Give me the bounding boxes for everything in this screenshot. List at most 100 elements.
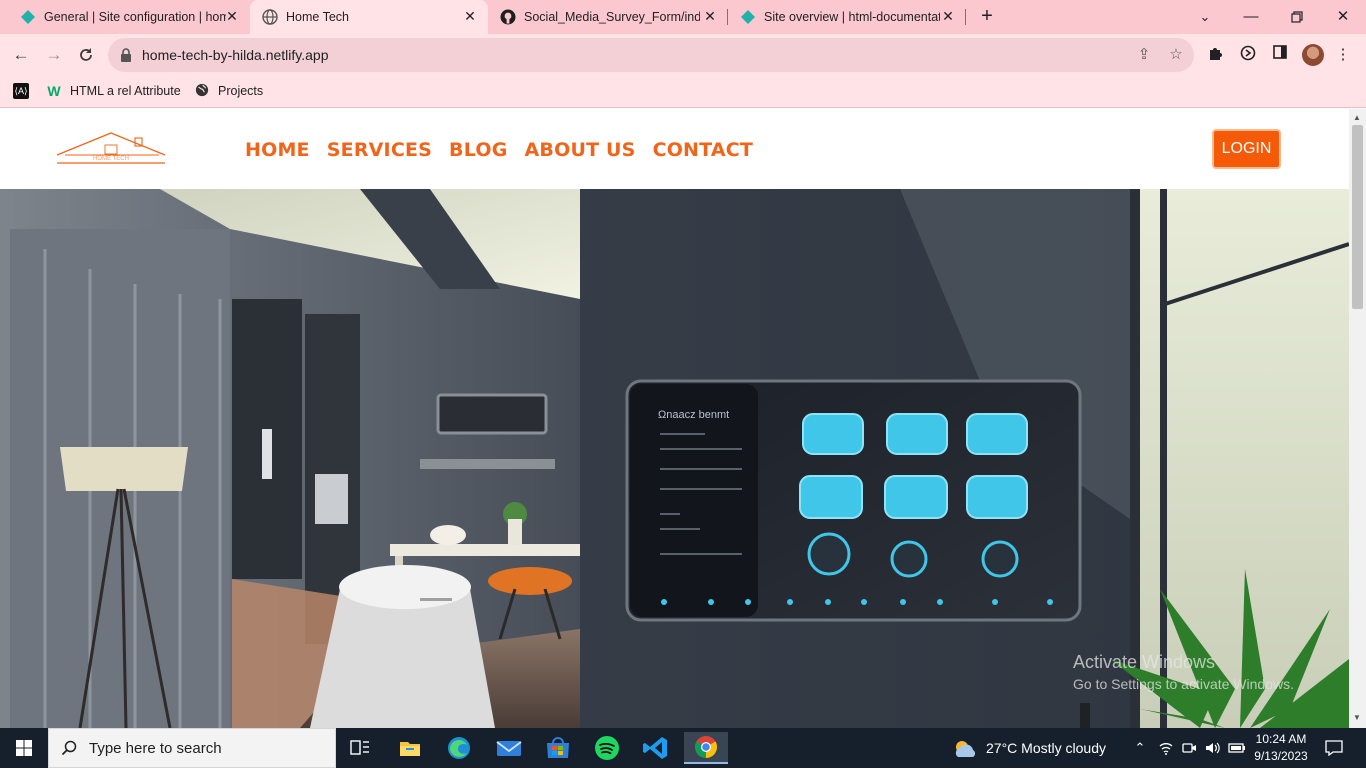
spotify-button[interactable] [587, 732, 627, 764]
weather-text[interactable]: 27°C Mostly cloudy [986, 740, 1106, 756]
file-explorer-button[interactable] [390, 732, 430, 764]
tab-title: Site overview | html-documentati [764, 10, 940, 24]
globe-icon [194, 83, 210, 99]
bookmark-html-rel[interactable]: W HTML a rel Attribute [46, 82, 181, 100]
activate-windows-watermark: Activate Windows Go to Settings to activ… [1073, 650, 1294, 694]
meet-now-icon[interactable] [1181, 740, 1197, 756]
volume-icon[interactable] [1204, 740, 1220, 756]
vscode-button[interactable] [636, 732, 676, 764]
close-tab-icon[interactable]: ✕ [702, 8, 718, 24]
profile-avatar[interactable] [1302, 44, 1324, 66]
site-header: HOME TECH HOME SERVICES BLOG ABOUT US CO… [0, 109, 1349, 189]
share-icon[interactable]: ⇪ [1135, 46, 1153, 64]
file-explorer-icon [400, 742, 420, 756]
battery-icon[interactable] [1228, 740, 1245, 756]
bookmark-projects[interactable]: Projects [194, 82, 263, 100]
main-nav: HOME SERVICES BLOG ABOUT US CONTACT [245, 135, 770, 165]
show-hidden-icons-icon[interactable]: ⌃ [1132, 740, 1148, 756]
netlify-icon [21, 10, 35, 24]
search-icon [61, 740, 77, 756]
chrome-button[interactable] [684, 732, 728, 764]
nav-services[interactable]: SERVICES [327, 135, 432, 165]
tab-separator [965, 9, 966, 25]
browser-toolbar: ← → home-tech-by-hilda.netlify.app ⇪ ☆ ⋮ [0, 34, 1366, 75]
close-window-button[interactable]: ✕ [1332, 6, 1354, 28]
minimize-button[interactable]: — [1240, 6, 1262, 28]
github-icon [500, 9, 516, 25]
side-panel-icon[interactable] [1270, 45, 1290, 65]
page-scrollbar[interactable]: ▲ ▼ [1349, 109, 1366, 728]
side-panel-glyph-icon [1273, 45, 1287, 59]
puzzle-icon [1210, 48, 1222, 60]
search-placeholder: Type here to search [89, 740, 222, 757]
network-icon[interactable] [1158, 740, 1174, 756]
restore-icon [1291, 11, 1303, 23]
nav-contact[interactable]: CONTACT [653, 135, 754, 165]
notifications-icon[interactable] [1325, 740, 1343, 757]
reload-icon [80, 48, 92, 61]
menu-kebab-icon[interactable]: ⋮ [1333, 45, 1353, 65]
tab-strip: General | Site configuration | hom ✕ Hom… [0, 0, 1366, 34]
spotify-icon [595, 736, 619, 760]
store-icon [547, 737, 569, 758]
bookmark-devto[interactable]: ⟨A⟩ [13, 82, 37, 100]
clock-time: 10:24 AM [1255, 732, 1307, 746]
w3schools-icon: W [47, 83, 61, 99]
extensions-icon[interactable] [1206, 45, 1226, 65]
tab-site-overview[interactable]: Site overview | html-documentati ✕ [728, 0, 966, 34]
bookmark-label: Projects [218, 84, 264, 98]
devto-icon: ⟨A⟩ [13, 83, 29, 99]
tab-site-configuration[interactable]: General | Site configuration | hom ✕ [8, 0, 248, 34]
tab-title: Social_Media_Survey_Form/index [524, 10, 700, 24]
taskbar-clock[interactable]: 10:24 AM 9/13/2023 [1244, 731, 1318, 765]
netlify-icon [741, 10, 755, 24]
svg-text:Ωnaacz benmt: Ωnaacz benmt [658, 409, 729, 421]
forward-button[interactable]: → [43, 44, 65, 66]
restore-button[interactable] [1286, 6, 1308, 28]
bookmarks-bar: ⟨A⟩ W HTML a rel Attribute Projects [0, 75, 1366, 108]
task-view-icon [350, 740, 369, 755]
extension-glyph-icon [1240, 45, 1256, 61]
windows-taskbar: Type here to search 27°C Mostly cloudy ⌃… [0, 728, 1366, 768]
tab-search-icon[interactable]: ⌄ [1194, 6, 1216, 28]
new-tab-button[interactable]: + [976, 6, 998, 28]
store-button[interactable] [538, 732, 578, 764]
tab-social-media-survey[interactable]: Social_Media_Survey_Form/index ✕ [488, 0, 726, 34]
taskbar-search[interactable]: Type here to search [48, 728, 336, 768]
login-button[interactable]: LOGIN [1212, 129, 1281, 169]
edge-icon [448, 737, 470, 759]
windows-logo-icon [16, 740, 32, 756]
scroll-thumb[interactable] [1352, 125, 1363, 309]
lock-icon [121, 48, 131, 62]
nav-about-us[interactable]: ABOUT US [525, 135, 636, 165]
watermark-subtitle: Go to Settings to activate Windows. [1073, 676, 1294, 692]
vscode-icon [643, 737, 667, 759]
mail-icon [496, 741, 522, 756]
extension-circle-icon[interactable] [1238, 45, 1258, 65]
address-bar[interactable]: home-tech-by-hilda.netlify.app ⇪ ☆ [108, 38, 1194, 72]
url-text[interactable]: home-tech-by-hilda.netlify.app [142, 47, 329, 63]
home-tech-logo[interactable]: HOME TECH [55, 129, 167, 169]
tab-home-tech[interactable]: Home Tech ✕ [250, 0, 488, 34]
weather-cloud-icon[interactable] [952, 738, 980, 760]
hero-smart-home-image: Ωnaacz benmt [0, 189, 1349, 728]
scroll-down-arrow-icon[interactable]: ▼ [1353, 713, 1361, 722]
clock-date: 9/13/2023 [1254, 749, 1308, 763]
close-tab-icon[interactable]: ✕ [940, 8, 956, 24]
bookmark-label: HTML a rel Attribute [70, 84, 181, 98]
task-view-button[interactable] [340, 732, 380, 764]
scroll-up-arrow-icon[interactable]: ▲ [1353, 113, 1361, 122]
close-tab-icon[interactable]: ✕ [462, 8, 478, 24]
start-button[interactable] [0, 728, 48, 768]
edge-button[interactable] [439, 732, 479, 764]
close-tab-icon[interactable]: ✕ [224, 8, 240, 24]
tab-title: Home Tech [286, 10, 349, 24]
nav-home[interactable]: HOME [245, 135, 310, 165]
bookmark-star-icon[interactable]: ☆ [1167, 46, 1185, 64]
nav-blog[interactable]: BLOG [449, 135, 507, 165]
tab-title: General | Site configuration | hom [44, 10, 226, 24]
reload-button[interactable] [75, 44, 97, 66]
web-page-viewport: HOME TECH HOME SERVICES BLOG ABOUT US CO… [0, 109, 1366, 728]
back-button[interactable]: ← [10, 44, 32, 66]
mail-button[interactable] [489, 732, 529, 764]
